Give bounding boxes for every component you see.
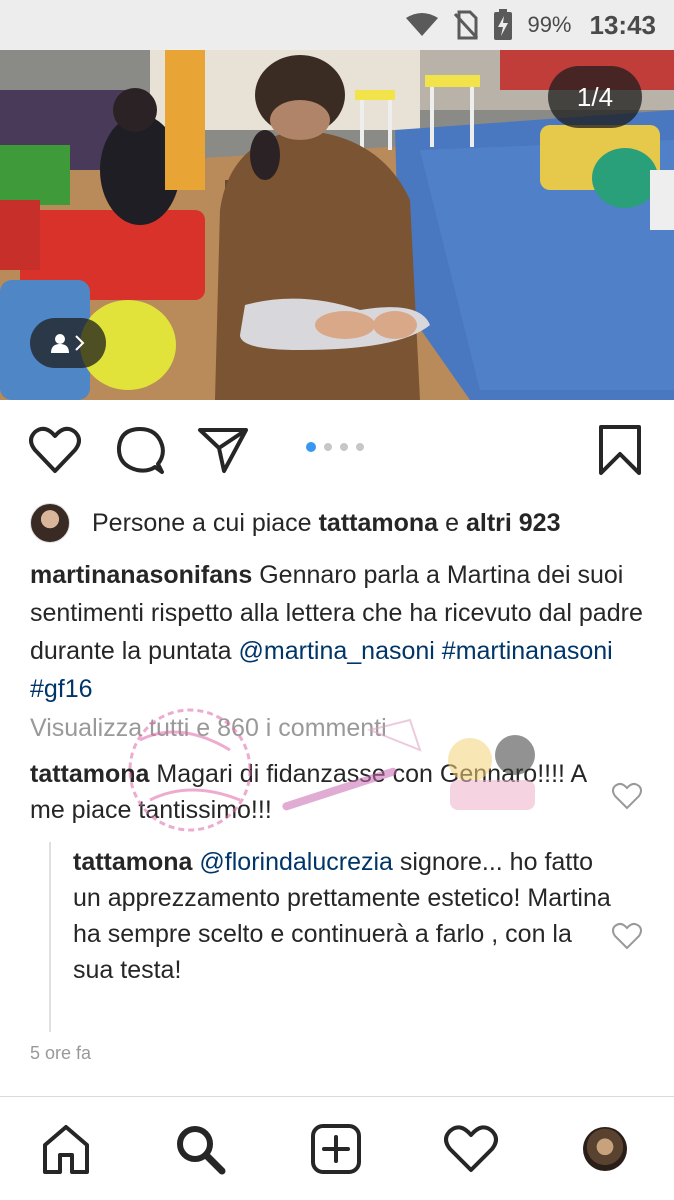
nav-profile[interactable] (575, 1119, 635, 1179)
share-icon (198, 428, 248, 473)
status-bar: 99% 13:43 (0, 0, 674, 50)
carousel-dot (306, 442, 316, 452)
profile-avatar (583, 1127, 627, 1171)
reply-thread-line (49, 842, 51, 1032)
reply-username[interactable]: tattamona (73, 848, 192, 876)
tagged-people-button[interactable] (30, 318, 106, 368)
carousel-dot (324, 443, 332, 451)
carousel-dot (356, 443, 364, 451)
comment-reply: tattamona @florindalucrezia signore... h… (73, 844, 613, 988)
wifi-icon (405, 12, 439, 38)
likes-connector: e (445, 508, 459, 537)
no-sim-icon (453, 10, 479, 40)
likes-others[interactable]: altri 923 (466, 509, 561, 538)
post-caption: martinanasonifans Gennaro parla a Martin… (30, 556, 650, 708)
status-clock: 13:43 (589, 9, 657, 40)
home-icon (43, 1125, 89, 1174)
likes-row[interactable]: Persone a cui piace tattamona e altri 92… (30, 502, 567, 544)
nav-activity[interactable] (441, 1119, 501, 1179)
liker-avatar (30, 503, 70, 543)
battery-percent: 99% (527, 12, 572, 37)
bottom-navigation (0, 1096, 674, 1200)
reply-like-heart-icon[interactable] (612, 921, 642, 951)
view-all-comments-link[interactable]: Visualizza tutti e 860 i commenti (30, 714, 387, 743)
caption-username[interactable]: martinanasonifans (30, 561, 252, 589)
carousel-indicator (306, 442, 364, 452)
comment-icon (116, 427, 165, 474)
post-timestamp: 5 ore fa (30, 1043, 92, 1063)
search-icon (177, 1126, 226, 1175)
comment-button[interactable] (112, 422, 168, 478)
bookmark-icon (599, 425, 641, 475)
save-button[interactable] (592, 422, 648, 478)
chevron-right-icon (75, 335, 85, 351)
liker-username[interactable]: tattamona (319, 509, 438, 538)
carousel-dot (340, 443, 348, 451)
person-icon (51, 334, 69, 353)
nav-new-post[interactable] (306, 1119, 366, 1179)
comment-username[interactable]: tattamona (30, 760, 149, 788)
image-counter: 1/4 (548, 66, 642, 128)
caption-hashtag[interactable]: #gf16 (30, 675, 93, 703)
nav-home[interactable] (36, 1119, 96, 1179)
like-button[interactable] (27, 422, 83, 478)
add-post-icon (311, 1124, 361, 1174)
nav-search[interactable] (170, 1119, 230, 1179)
heart-icon (29, 426, 81, 473)
comment: tattamona Magari di fidanzasse con Genna… (30, 756, 590, 828)
share-button[interactable] (195, 422, 251, 478)
post-photo[interactable]: 1/4 (0, 50, 674, 400)
battery-charging-icon (493, 9, 513, 41)
activity-heart-icon (444, 1125, 498, 1172)
caption-hashtag[interactable]: #martinanasoni (442, 637, 613, 665)
caption-mention[interactable]: @martina_nasoni (239, 637, 435, 665)
likes-prefix: Persone a cui piace (92, 508, 312, 537)
reply-mention[interactable]: @florindalucrezia (199, 848, 393, 876)
comment-like-heart-icon[interactable] (612, 781, 642, 811)
